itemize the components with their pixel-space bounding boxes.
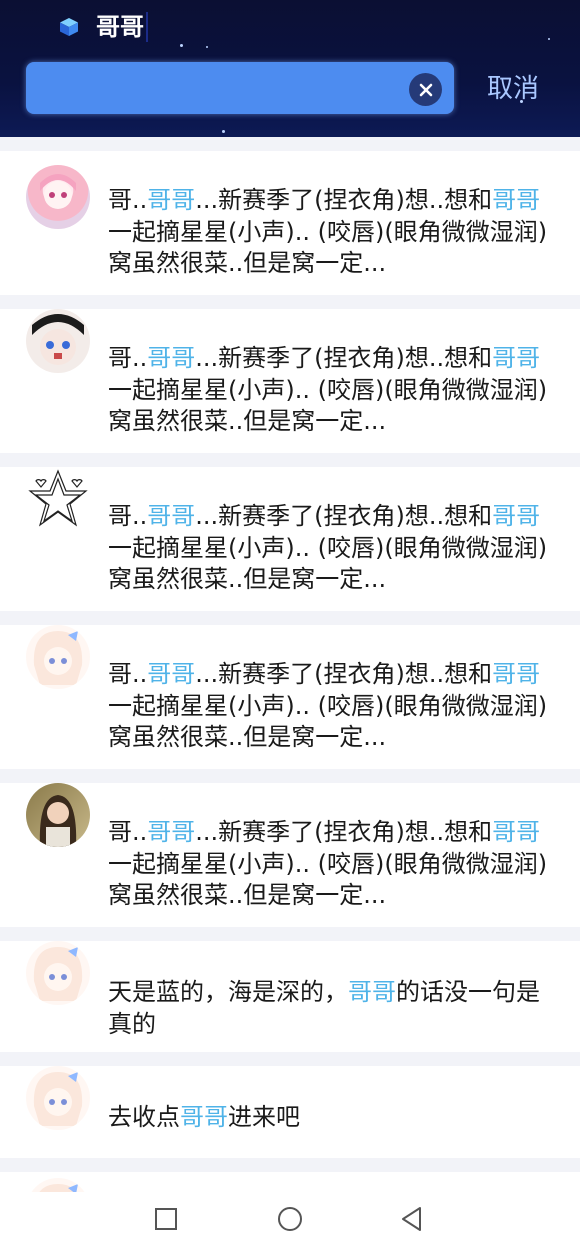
avatar[interactable] (26, 783, 90, 847)
close-icon (419, 83, 432, 96)
list-item[interactable]: 哥..哥哥...新赛季了(捏衣角)想..想和哥哥一起摘星星(小声).. (咬唇)… (0, 625, 580, 769)
search-bar[interactable] (26, 62, 454, 114)
list-item[interactable]: 天是蓝的，海是深的，哥哥的话没一句是真的 (0, 941, 580, 1052)
cancel-button[interactable]: 取消 (487, 72, 539, 106)
search-header: 哥哥 取消 (0, 0, 580, 137)
result-text: 天是蓝的，海是深的，哥哥的话没一句是真的 (108, 978, 540, 1038)
clear-search-button[interactable] (409, 73, 442, 106)
avatar[interactable] (26, 941, 90, 1005)
avatar[interactable] (26, 467, 90, 531)
result-text: 哥..哥哥...新赛季了(捏衣角)想..想和哥哥一起摘星星(小声).. (咬唇)… (108, 818, 548, 909)
list-item[interactable]: 哥..哥哥...新赛季了(捏衣角)想..想和哥哥一起摘星星(小声).. (咬唇)… (0, 783, 580, 927)
star-decoration (180, 44, 183, 47)
avatar[interactable] (26, 1066, 90, 1130)
list-item[interactable]: 去收点哥哥进来吧 (0, 1066, 580, 1158)
result-text: 哥..哥哥...新赛季了(捏衣角)想..想和哥哥一起摘星星(小声).. (咬唇)… (108, 186, 548, 277)
avatar[interactable] (26, 309, 90, 373)
result-text: 哥..哥哥...新赛季了(捏衣角)想..想和哥哥一起摘星星(小声).. (咬唇)… (108, 502, 548, 593)
system-nav-bar (0, 1192, 580, 1257)
search-input[interactable]: 哥哥 (96, 12, 148, 42)
result-text: 哥..哥哥...新赛季了(捏衣角)想..想和哥哥一起摘星星(小声).. (咬唇)… (108, 344, 548, 435)
star-decoration (548, 38, 550, 40)
list-item[interactable]: 哥..哥哥...新赛季了(捏衣角)想..想和哥哥一起摘星星(小声).. (咬唇)… (0, 151, 580, 295)
result-text: 哥..哥哥...新赛季了(捏衣角)想..想和哥哥一起摘星星(小声).. (咬唇)… (108, 660, 548, 751)
result-text: 去收点哥哥进来吧 (108, 1103, 300, 1131)
cube-icon (60, 18, 78, 36)
back-icon[interactable] (398, 1205, 426, 1233)
avatar[interactable] (26, 625, 90, 689)
star-decoration (222, 130, 225, 133)
list-item[interactable]: 哥..哥哥...新赛季了(捏衣角)想..想和哥哥一起摘星星(小声).. (咬唇)… (0, 467, 580, 611)
recent-apps-icon[interactable] (152, 1205, 180, 1233)
avatar[interactable] (26, 165, 90, 229)
home-icon[interactable] (276, 1205, 304, 1233)
list-item[interactable]: 哥..哥哥...新赛季了(捏衣角)想..想和哥哥一起摘星星(小声).. (咬唇)… (0, 309, 580, 453)
star-decoration (206, 46, 208, 48)
